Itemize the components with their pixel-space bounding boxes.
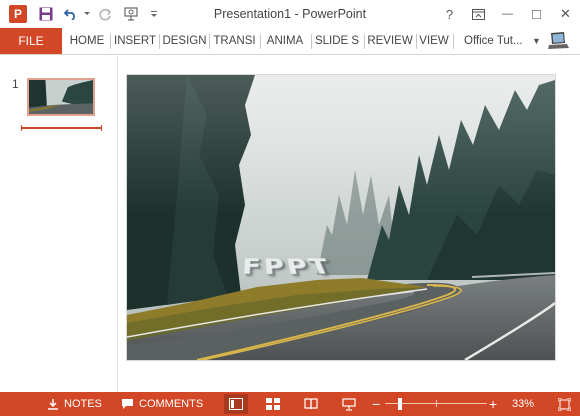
zoom-out-button[interactable]: − [372,392,380,416]
redo-button[interactable] [92,0,118,28]
tab-transitions[interactable]: TRANSI [210,28,259,54]
zoom-in-button[interactable]: + [489,392,497,416]
help-button[interactable]: ? [435,0,464,28]
quick-access-toolbar [32,0,164,28]
tab-file[interactable]: FILE [0,28,62,54]
undo-button[interactable] [60,0,82,28]
start-from-beginning-icon [123,6,139,22]
start-from-beginning-button[interactable] [118,0,144,28]
reading-view-button[interactable] [299,394,323,414]
slide-thumbnail[interactable] [27,78,95,116]
ribbon-display-icon [472,9,485,20]
redo-icon [99,8,112,21]
tab-slide-show[interactable]: SLIDE S [312,28,362,54]
user-account-name[interactable]: Office Tut... [464,28,523,54]
tab-insert[interactable]: INSERT [111,28,159,54]
tab-animations[interactable]: ANIMA [261,28,309,54]
slide-show-icon [342,398,356,411]
slide-sorter-view-button[interactable] [261,394,285,414]
zoom-slider-thumb[interactable] [398,398,402,410]
undo-dropdown-button[interactable] [82,0,92,28]
normal-view-icon [229,398,243,410]
status-bar: NOTES COMMENTS − + 33% [0,392,580,416]
insertion-marker [21,127,102,129]
tab-design[interactable]: DESIGN [160,28,209,54]
zoom-level[interactable]: 33% [512,392,534,416]
chevron-down-icon [84,12,90,16]
slide-sorter-icon [266,398,280,410]
tab-home[interactable]: HOME [65,28,109,54]
chevron-down-icon[interactable]: ▼ [532,28,541,54]
forest-road-thumbnail-image [29,80,93,114]
minimize-button[interactable]: — [493,0,522,28]
title-bar: P Presentation1 - PowerPoint ? — □ ✕ [0,0,580,28]
notes-icon [47,398,59,410]
comment-icon [121,398,134,410]
fit-to-window-icon [558,398,571,411]
forest-road-background-image [127,75,555,360]
minimize-icon: — [502,8,513,20]
customize-toolbar-button[interactable] [144,0,164,28]
help-icon: ? [446,7,453,22]
slide-editing-area: FPPT [119,56,580,392]
tab-review[interactable]: REVIEW [365,28,415,54]
undo-icon [64,8,78,20]
slide[interactable]: FPPT [127,75,555,360]
laptop-avatar-icon [546,31,570,51]
slide-number: 1 [12,77,19,91]
save-button[interactable] [32,0,60,28]
close-icon: ✕ [560,6,571,22]
ribbon-tabs: FILE HOME INSERT DESIGN TRANSI ANIMA SLI… [0,28,580,55]
notes-button[interactable]: NOTES [47,392,102,416]
wordart-text[interactable]: FPPT [241,255,338,280]
normal-view-button[interactable] [224,394,248,414]
reading-view-icon [304,398,318,410]
comments-label: COMMENTS [139,392,203,416]
notes-label: NOTES [64,392,102,416]
tab-view[interactable]: VIEW [417,28,451,54]
save-icon [39,7,53,21]
avatar[interactable] [546,31,570,51]
zoom-slider-center-tick [436,400,437,407]
close-button[interactable]: ✕ [551,0,580,28]
vertical-scrollbar[interactable] [571,56,580,392]
ribbon-display-options-button[interactable] [464,0,493,28]
slide-thumbnail-pane: 1 [0,56,118,392]
tab-separator [453,34,454,49]
maximize-icon: □ [532,6,541,23]
fit-slide-to-window-button[interactable] [552,394,576,414]
comments-button[interactable]: COMMENTS [121,392,203,416]
window-controls: ? — □ ✕ [435,0,580,28]
powerpoint-logo-icon[interactable]: P [9,5,27,23]
slide-show-button[interactable] [337,394,361,414]
customize-icon [150,10,158,18]
maximize-button[interactable]: □ [522,0,551,28]
